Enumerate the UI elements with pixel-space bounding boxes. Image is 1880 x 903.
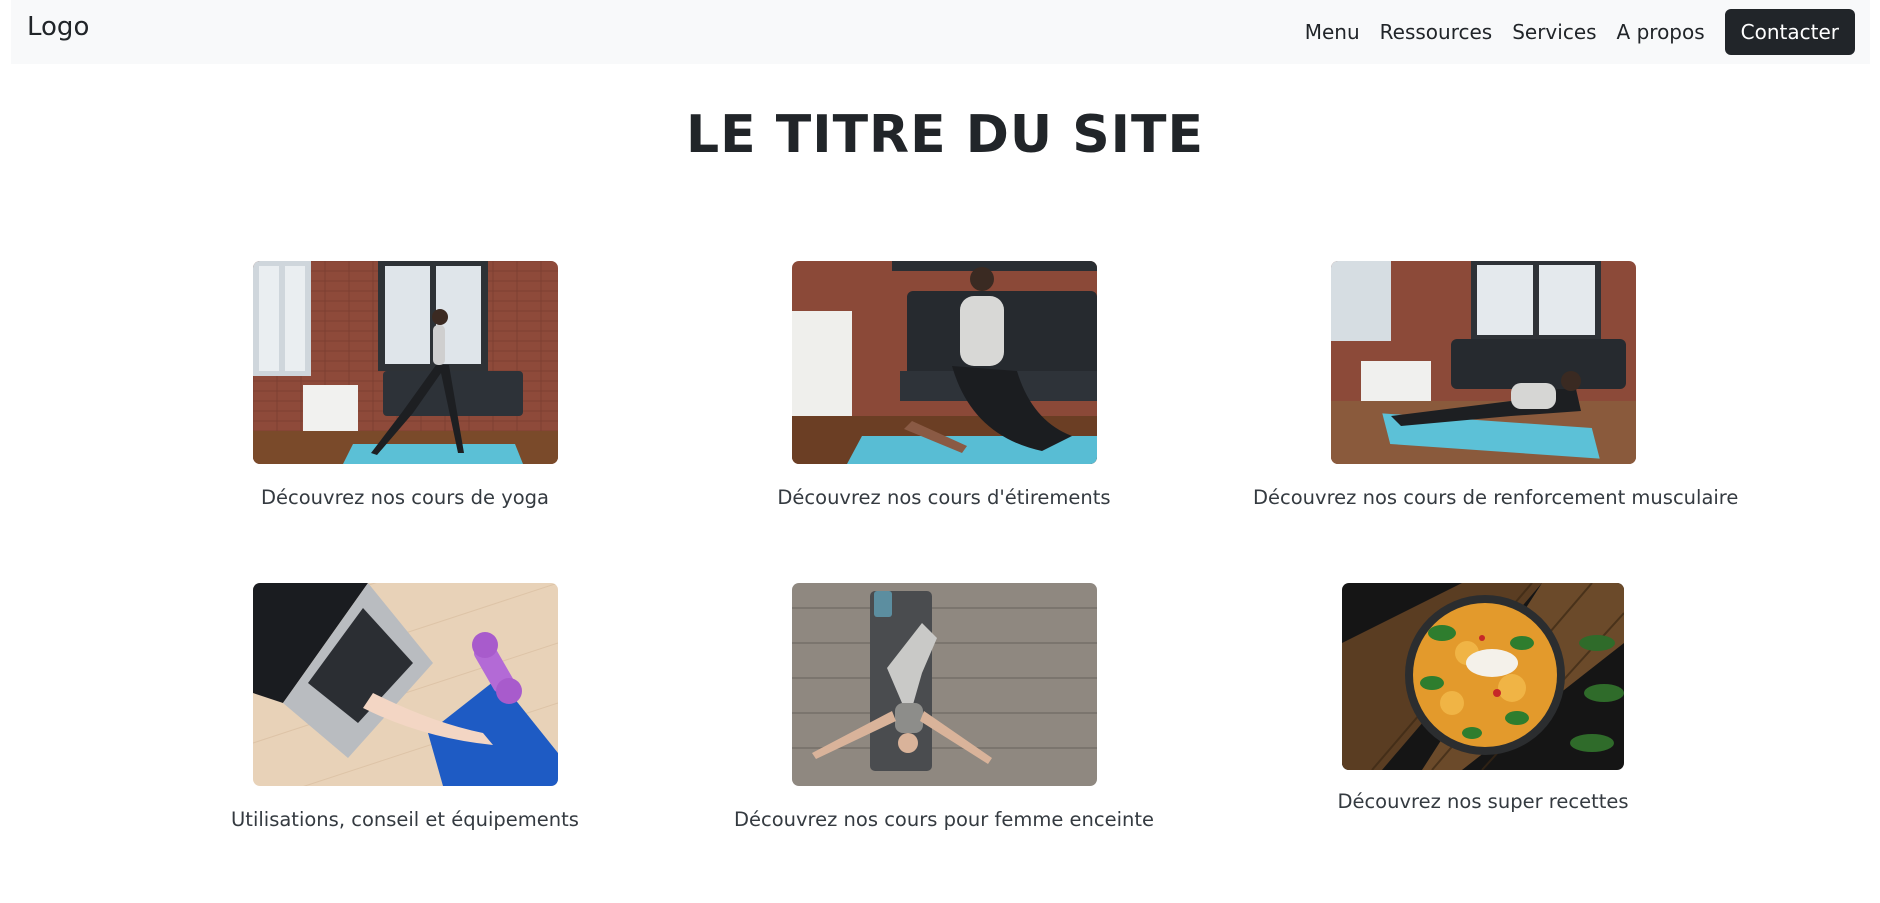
card-caption: Utilisations, conseil et équipements bbox=[231, 808, 579, 831]
card-caption: Découvrez nos cours de yoga bbox=[261, 486, 549, 509]
card-caption: Découvrez nos cours de renforcement musc… bbox=[1253, 486, 1739, 509]
card-stretching[interactable]: Découvrez nos cours d'étirements bbox=[714, 261, 1174, 509]
logo[interactable]: Logo bbox=[27, 12, 89, 42]
card-strength[interactable]: Découvrez nos cours de renforcement musc… bbox=[1253, 261, 1739, 509]
nav-links: Menu Ressources Services A propos Contac… bbox=[1285, 0, 1870, 64]
curry-bowl-image[interactable] bbox=[1342, 583, 1624, 770]
card-caption: Découvrez nos super recettes bbox=[1337, 790, 1629, 813]
stretching-image[interactable] bbox=[791, 261, 1097, 464]
card-caption: Découvrez nos cours d'étirements bbox=[777, 486, 1111, 509]
card-yoga[interactable]: Découvrez nos cours de yoga bbox=[175, 261, 635, 509]
floor-yoga-mat-image[interactable] bbox=[791, 583, 1097, 786]
card-equipment[interactable]: Utilisations, conseil et équipements bbox=[175, 583, 635, 831]
contact-button[interactable]: Contacter bbox=[1724, 9, 1855, 55]
card-caption: Découvrez nos cours pour femme enceinte bbox=[733, 808, 1155, 831]
card-pregnancy[interactable]: Découvrez nos cours pour femme enceinte bbox=[714, 583, 1174, 831]
plank-exercise-image[interactable] bbox=[1330, 261, 1636, 464]
page-title: LE TITRE DU SITE bbox=[686, 105, 1204, 165]
nav-link-menu[interactable]: Menu bbox=[1305, 20, 1360, 44]
nav-link-services[interactable]: Services bbox=[1512, 20, 1596, 44]
card-recipes[interactable]: Découvrez nos super recettes bbox=[1253, 583, 1713, 813]
yoga-pose-image[interactable] bbox=[252, 261, 558, 464]
nav-link-a-propos[interactable]: A propos bbox=[1617, 20, 1705, 44]
navbar: Logo Menu Ressources Services A propos C… bbox=[11, 0, 1870, 64]
laptop-dumbbell-image[interactable] bbox=[252, 583, 558, 786]
nav-link-ressources[interactable]: Ressources bbox=[1380, 20, 1493, 44]
